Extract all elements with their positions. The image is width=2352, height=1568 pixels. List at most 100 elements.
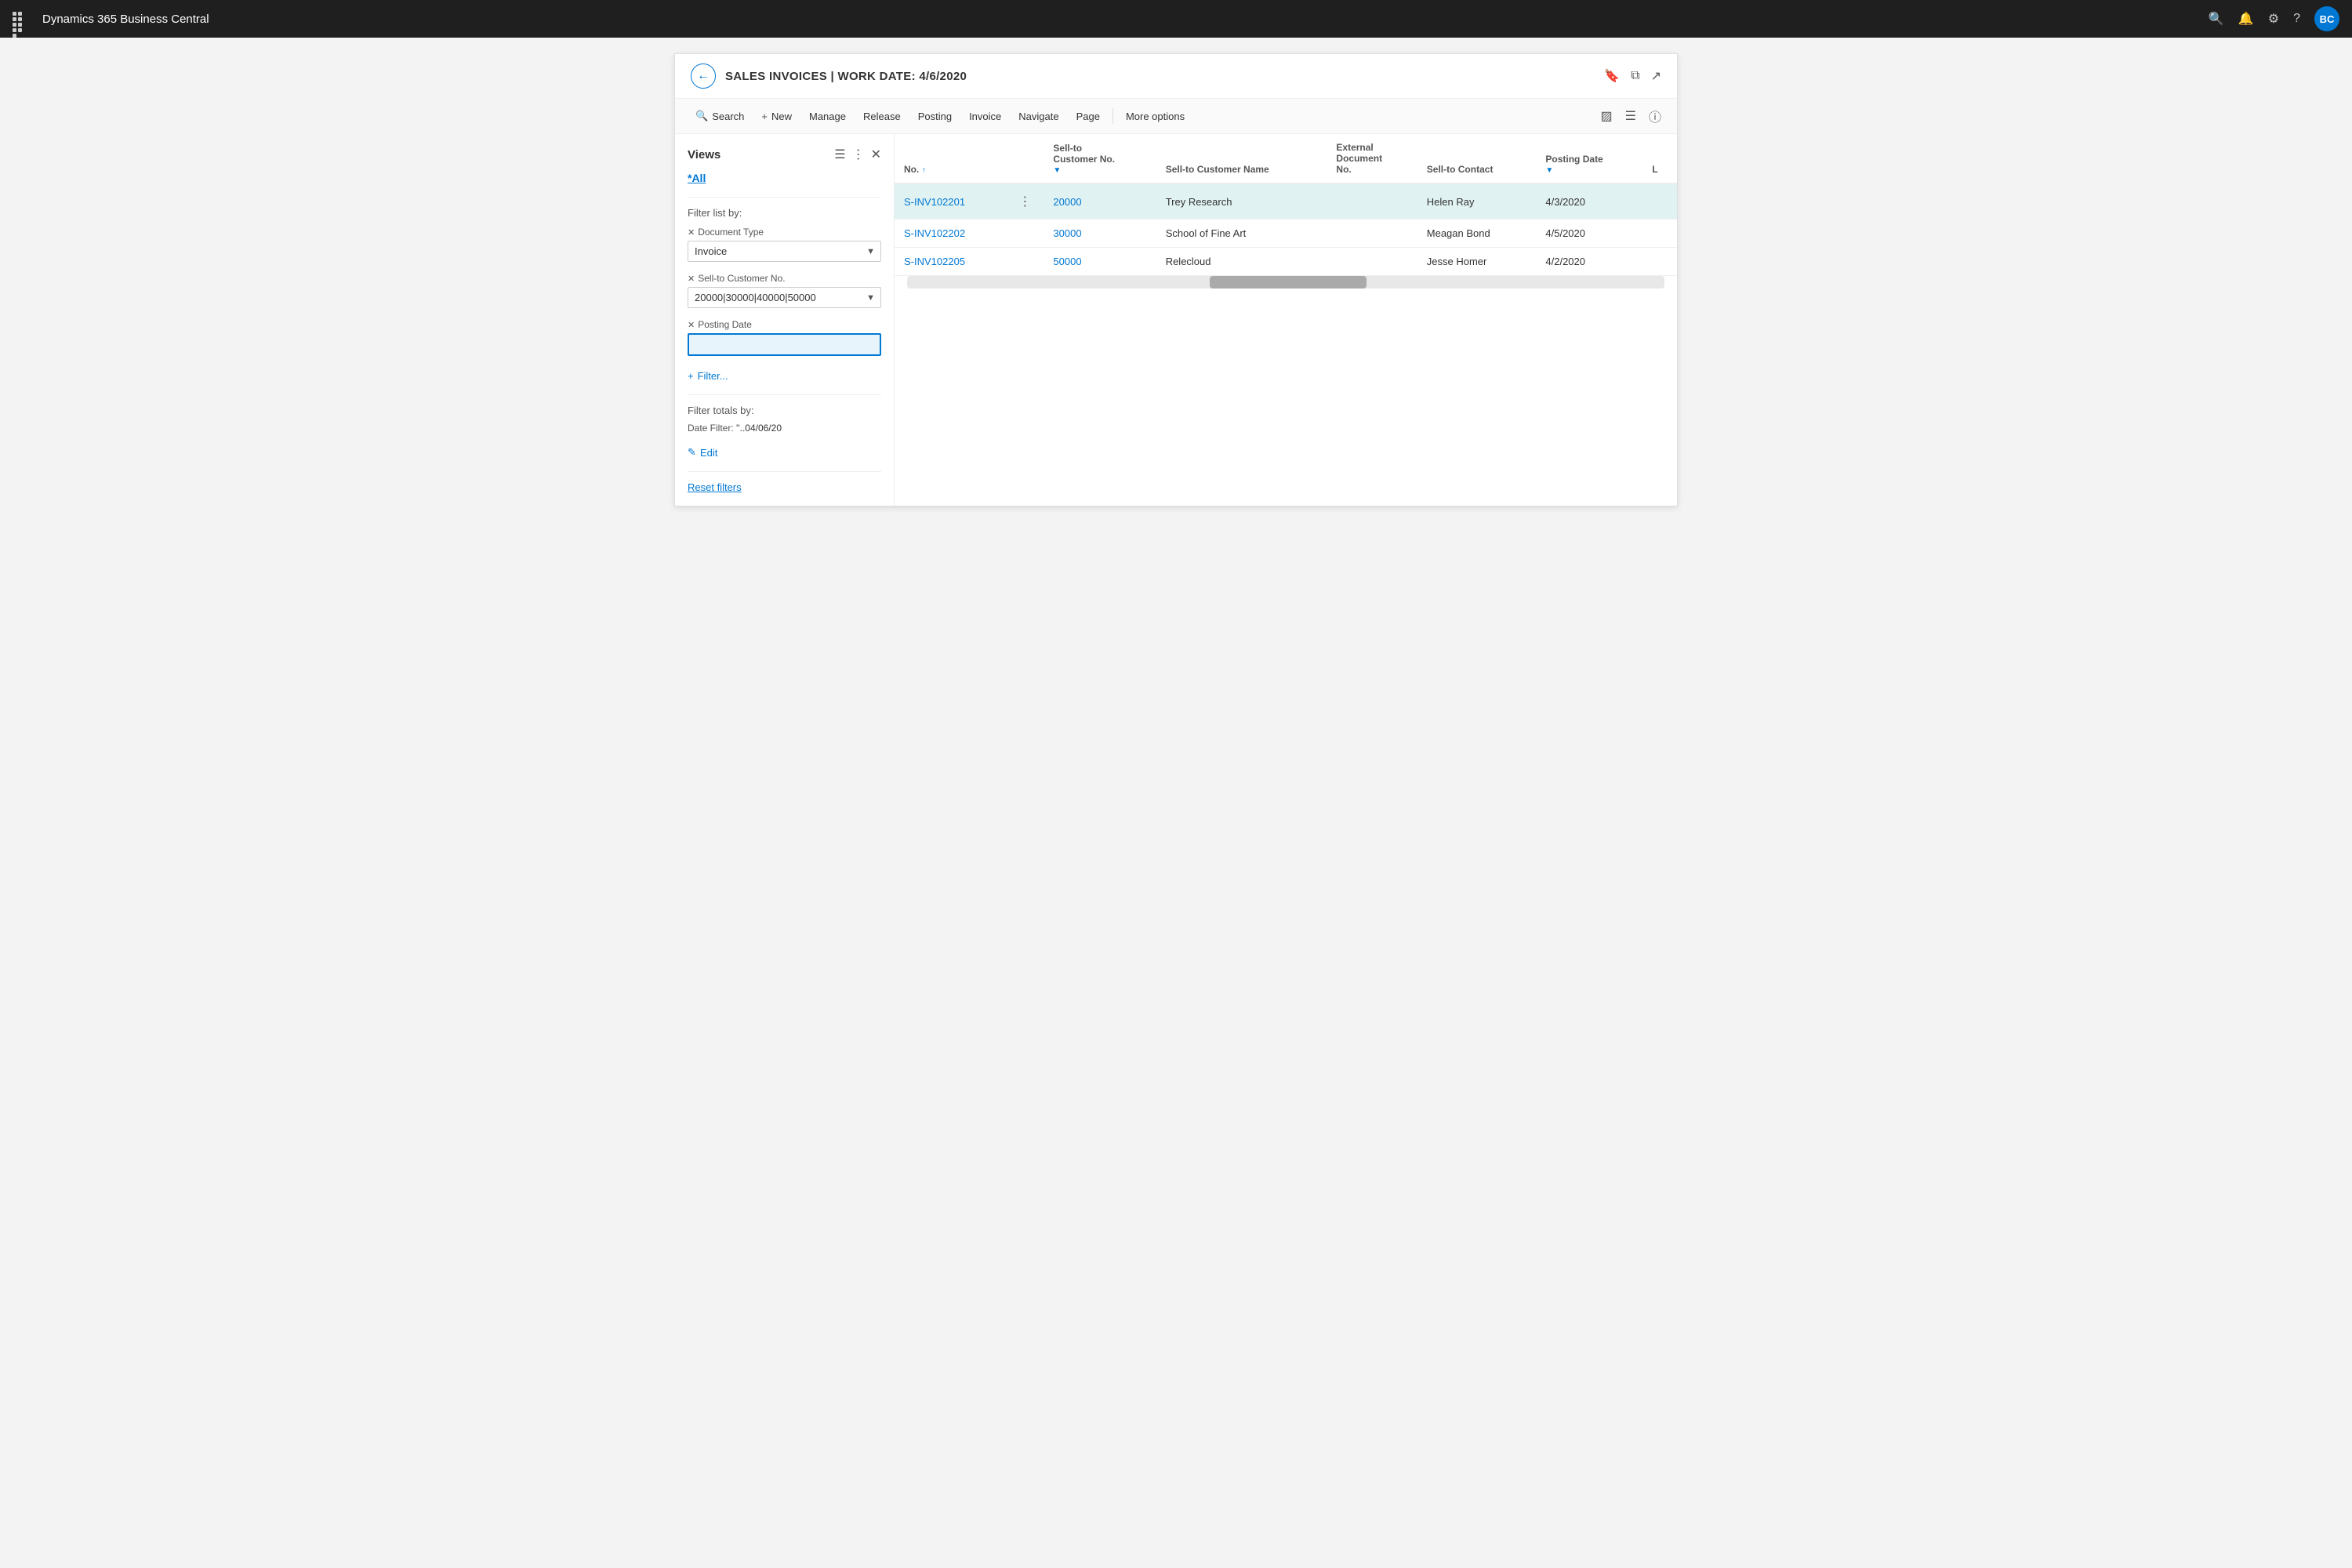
cell-sell-to-contact: Helen Ray [1417, 183, 1537, 220]
toolbar-right: ▨ ☰ ⓘ [1598, 103, 1664, 129]
edit-pencil-icon: ✎ [688, 446, 696, 459]
bell-icon[interactable]: 🔔 [2238, 11, 2254, 27]
app-title: Dynamics 365 Business Central [42, 13, 2199, 26]
search-button[interactable]: 🔍 Search [688, 105, 752, 127]
more-views-icon[interactable]: ⋮ [852, 147, 865, 162]
col-header-no: No. ↑ [895, 134, 1006, 183]
cell-row-menu[interactable]: ⋮ [1006, 183, 1044, 220]
info-icon[interactable]: ⓘ [1646, 103, 1664, 129]
app-grid-icon[interactable] [13, 12, 27, 26]
remove-customer-no-filter[interactable]: ✕ [688, 274, 695, 284]
page-button[interactable]: Page [1069, 106, 1108, 127]
table-row[interactable]: S-INV102202 30000School of Fine Art Meagan… [895, 220, 1677, 248]
new-button[interactable]: + New [753, 106, 800, 127]
cell-ext-doc-no [1327, 220, 1417, 248]
cell-invoice-no[interactable]: S-INV102205 [895, 248, 1006, 276]
page-header-icons: 🔖 ⧉ ↗ [1604, 68, 1661, 84]
posting-date-label-text: Posting Date [698, 319, 752, 330]
date-filter-value: ''..04/06/20 [736, 423, 782, 434]
cell-l [1642, 220, 1677, 248]
divider-3 [688, 471, 881, 472]
release-label: Release [863, 111, 901, 122]
cell-sell-to-contact: Meagan Bond [1417, 220, 1537, 248]
scrollbar-thumb[interactable] [1210, 276, 1367, 289]
bookmark-icon[interactable]: 🔖 [1604, 68, 1620, 84]
document-type-select[interactable]: Invoice [688, 241, 881, 262]
col-header-ext-doc-no: ExternalDocumentNo. [1327, 134, 1417, 183]
plus-icon: + [761, 111, 768, 122]
cell-sell-to-contact: Jesse Homer [1417, 248, 1537, 276]
invoice-button[interactable]: Invoice [961, 106, 1009, 127]
cell-customer-no[interactable]: 20000 [1044, 183, 1156, 220]
user-avatar[interactable]: BC [2314, 6, 2339, 31]
cell-customer-no[interactable]: 30000 [1044, 220, 1156, 248]
filter-posting-date: ✕ Posting Date P3..P4 [688, 319, 881, 356]
cell-invoice-no[interactable]: S-INV102201 [895, 183, 1006, 220]
horizontal-scrollbar[interactable] [907, 276, 1664, 289]
cell-ext-doc-no [1327, 248, 1417, 276]
navigate-button[interactable]: Navigate [1011, 106, 1066, 127]
settings-icon[interactable]: ⚙ [2268, 11, 2279, 27]
cell-customer-no[interactable]: 50000 [1044, 248, 1156, 276]
table-row[interactable]: S-INV102201⋮20000Trey ResearchHelen Ray4… [895, 183, 1677, 220]
row-context-menu-button[interactable]: ⋮ [1015, 192, 1034, 211]
save-view-icon[interactable]: ☰ [834, 147, 845, 162]
edit-button[interactable]: ✎ Edit [688, 443, 717, 462]
divider-1 [688, 197, 881, 198]
cell-invoice-no[interactable]: S-INV102202 [895, 220, 1006, 248]
remove-document-type-filter[interactable]: ✕ [688, 227, 695, 238]
cell-row-menu[interactable] [1006, 248, 1044, 276]
list-view-icon[interactable]: ☰ [1622, 105, 1639, 127]
col-header-menu [1006, 134, 1044, 183]
expand-icon[interactable]: ↗ [1651, 68, 1661, 84]
posting-date-input[interactable]: P3..P4 [688, 333, 881, 356]
manage-button[interactable]: Manage [801, 106, 854, 127]
navigate-label: Navigate [1018, 111, 1058, 122]
search-btn-icon: 🔍 [695, 110, 708, 122]
new-label: New [771, 111, 792, 122]
more-options-label: More options [1126, 111, 1185, 122]
all-views-link[interactable]: *All [688, 172, 881, 184]
col-filter-icon-customer-no: ▼ [1053, 166, 1146, 175]
more-options-button[interactable]: More options [1118, 106, 1192, 127]
add-filter-plus-icon: + [688, 370, 694, 382]
table-row[interactable]: S-INV10220550000RelecloudJesse Homer4/2/… [895, 248, 1677, 276]
col-header-customer-name: Sell-to Customer Name [1156, 134, 1327, 183]
customer-no-label-text: Sell-to Customer No. [698, 273, 785, 284]
main-content: Views ☰ ⋮ ✕ *All Filter list by: ✕ Docum… [675, 134, 1677, 506]
filter-list-by-label: Filter list by: [688, 207, 881, 219]
cell-row-menu[interactable] [1006, 220, 1044, 248]
help-icon[interactable]: ? [2293, 12, 2300, 26]
table-header-row: No. ↑ Sell-toCustomer No. ▼ Sell-to Cust… [895, 134, 1677, 183]
sidebar-header-icons: ☰ ⋮ ✕ [834, 147, 881, 162]
back-button[interactable]: ← [691, 64, 716, 89]
document-type-select-wrapper: Invoice ▼ [688, 241, 881, 262]
edit-label: Edit [700, 447, 717, 459]
page-header: ← SALES INVOICES | WORK DATE: 4/6/2020 🔖… [675, 54, 1677, 99]
search-icon[interactable]: 🔍 [2209, 11, 2224, 27]
close-sidebar-icon[interactable]: ✕ [871, 147, 881, 162]
release-button[interactable]: Release [855, 106, 909, 127]
open-new-window-icon[interactable]: ⧉ [1631, 69, 1639, 83]
col-ext-doc-no-label: ExternalDocumentNo. [1336, 142, 1407, 175]
topbar-icons: 🔍 🔔 ⚙ ? BC [2209, 6, 2339, 31]
filter-icon[interactable]: ▨ [1598, 105, 1616, 127]
sidebar-header: Views ☰ ⋮ ✕ [688, 147, 881, 162]
sidebar-title: Views [688, 148, 720, 162]
cell-l [1642, 183, 1677, 220]
cell-customer-name: Trey Research [1156, 183, 1327, 220]
add-filter-label: Filter... [698, 370, 728, 382]
remove-posting-date-filter[interactable]: ✕ [688, 320, 695, 330]
posting-button[interactable]: Posting [910, 106, 960, 127]
col-header-posting-date: Posting Date ▼ [1536, 134, 1642, 183]
col-header-sell-to-contact: Sell-to Contact [1417, 134, 1537, 183]
date-filter-label: Date Filter: [688, 423, 734, 434]
reset-filters-link[interactable]: Reset filters [688, 481, 881, 493]
page-title: SALES INVOICES | WORK DATE: 4/6/2020 [725, 70, 1595, 83]
add-filter-button[interactable]: + Filter... [688, 367, 728, 385]
cell-customer-name: School of Fine Art [1156, 220, 1327, 248]
customer-no-select[interactable]: 20000|30000|40000|50000 [688, 287, 881, 308]
manage-label: Manage [809, 111, 846, 122]
document-type-label-text: Document Type [698, 227, 764, 238]
cell-customer-name: Relecloud [1156, 248, 1327, 276]
